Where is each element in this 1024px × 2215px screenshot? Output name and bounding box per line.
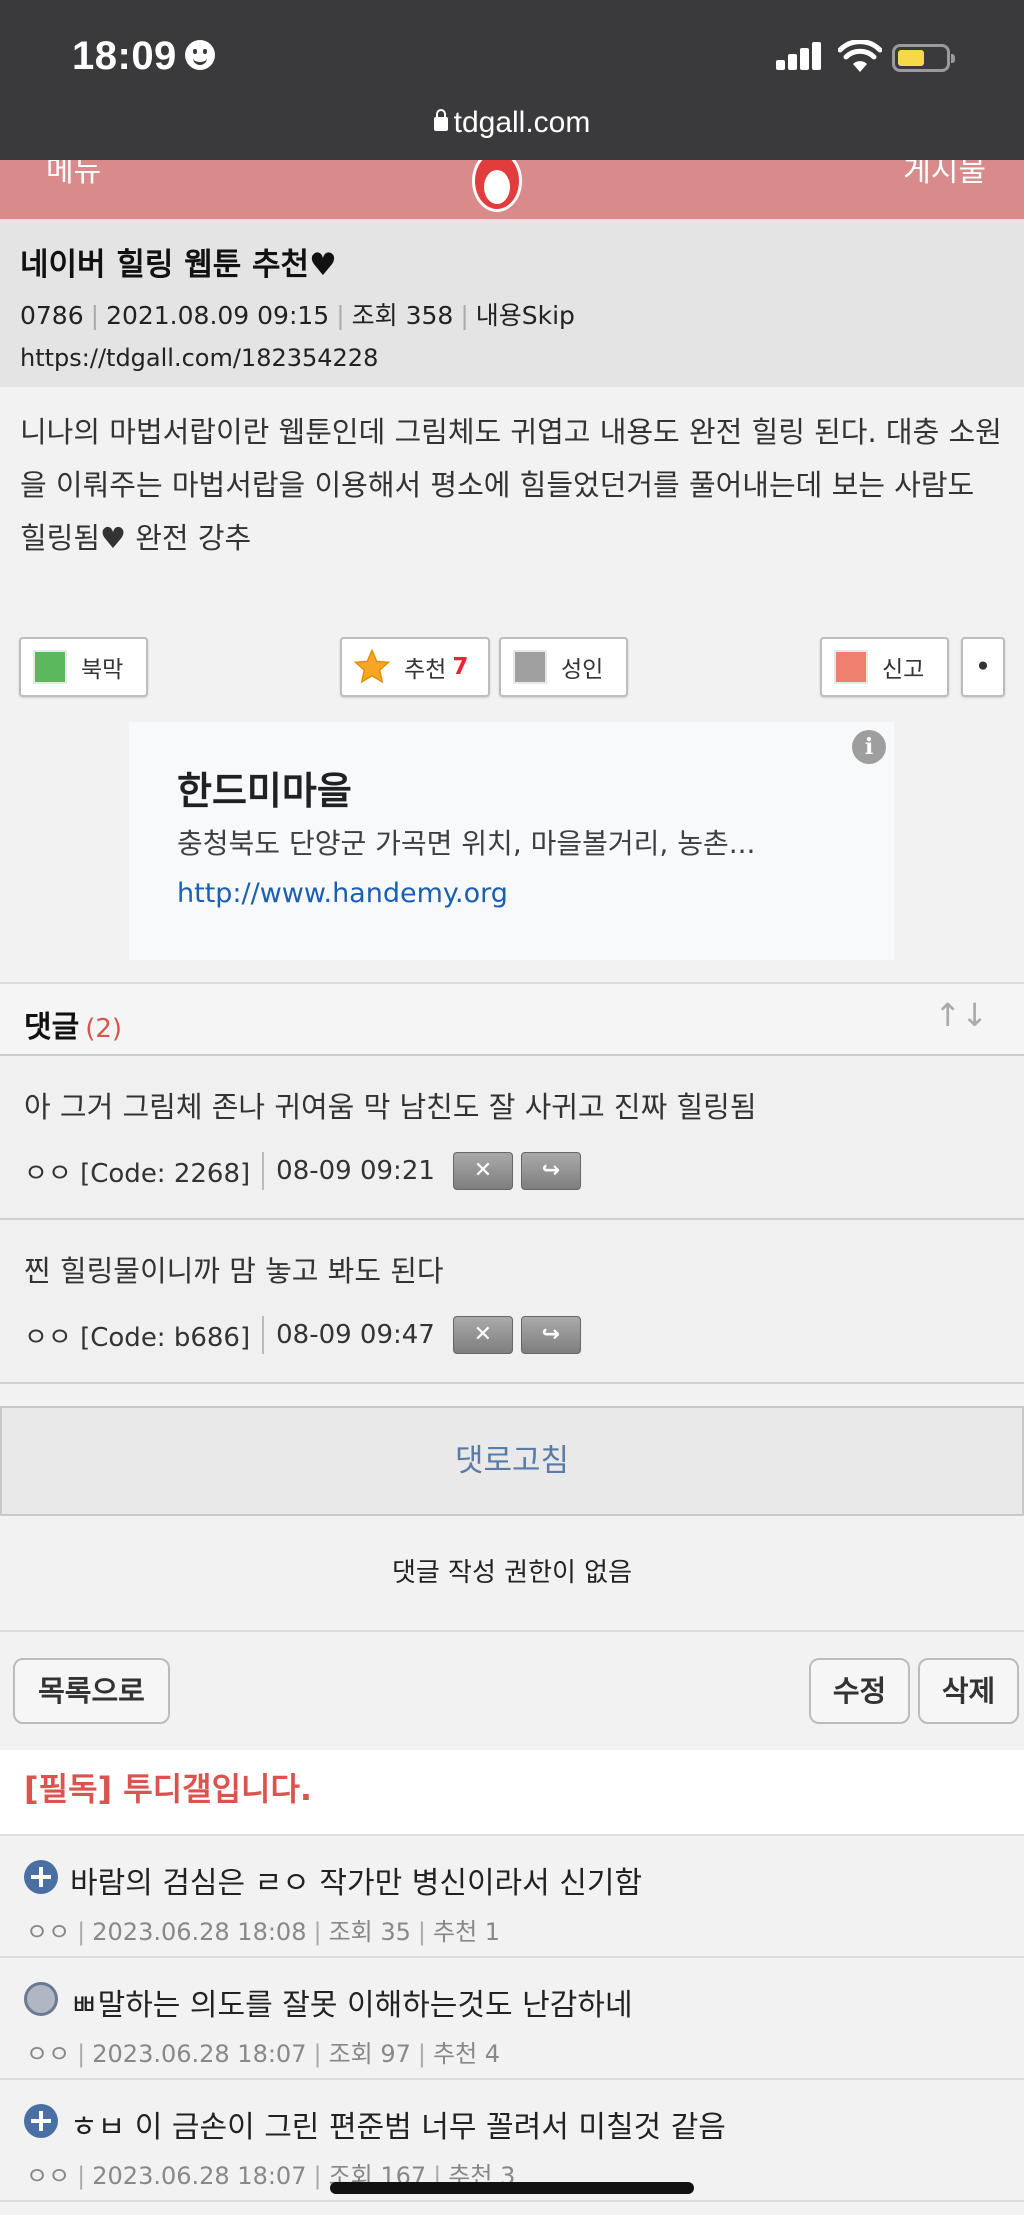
comments-title: 댓글 (2)	[24, 1002, 122, 1046]
ad-info-icon[interactable]: i	[852, 730, 886, 764]
comment-author: ㅇㅇ [Code: b686]	[24, 1322, 251, 1353]
sort-icon[interactable]: ↑↓	[934, 996, 988, 1034]
status-clock: 18:09	[72, 34, 215, 79]
delete-comment-icon[interactable]: ✕	[452, 1152, 513, 1190]
ad-url[interactable]: http://www.handemy.org	[177, 878, 508, 909]
reply-comment-icon[interactable]: ↪	[520, 1152, 581, 1190]
comment-text: 아 그거 그림체 존나 귀여움 막 남친도 잘 사귀고 진짜 힐링됨	[24, 1090, 757, 1124]
comment-time: 08-09 09:21	[276, 1156, 435, 1186]
delete-comment-icon[interactable]: ✕	[452, 1316, 513, 1354]
home-indicator[interactable]	[330, 2182, 694, 2194]
bookmark-icon	[33, 650, 67, 684]
browser-status-bar: 18:09 tdgall.com	[0, 0, 1024, 160]
recommend-button[interactable]: 추천 7	[340, 637, 490, 697]
ad-title[interactable]: 한드미마을	[177, 760, 352, 815]
comments-label: 댓글	[24, 1010, 80, 1045]
report-button[interactable]: 신고	[820, 637, 949, 697]
recommend-label: 추천	[404, 657, 447, 683]
comment-item: 찐 힐링물이니까 맘 놓고 봐도 된다 ㅇㅇ [Code: b686] 08-09…	[0, 1220, 1024, 1384]
comment-item: 아 그거 그림체 존나 귀여움 막 남친도 잘 사귀고 진짜 힐링됨 ㅇㅇ [C…	[0, 1056, 1024, 1220]
more-button[interactable]: •	[961, 637, 1005, 697]
list-item[interactable]: ㅃ말하는 의도를 잘못 이해하는것도 난감하네 ㅇㅇ | 2023.06.28 18…	[0, 1958, 1024, 2080]
plus-icon	[24, 1860, 58, 1894]
report-label: 신고	[882, 657, 925, 683]
smiley-icon	[184, 40, 215, 71]
report-icon	[834, 650, 868, 684]
list-item-meta: ㅇㅇ | 2023.06.28 18:07 | 조회 97 | 추천 4	[26, 2040, 501, 2068]
post-permalink[interactable]: https://tdgall.com/182354228	[20, 344, 1004, 372]
recommend-count: 7	[452, 654, 469, 680]
ad-description: 충청북도 단양군 가곡면 위치, 마을볼거리, 농촌...	[177, 827, 756, 860]
edit-button[interactable]: 수정	[809, 1658, 910, 1724]
refresh-comments-button[interactable]: 댓로고침	[0, 1406, 1024, 1516]
back-to-list-button[interactable]: 목록으로	[13, 1658, 170, 1724]
post-body: 니나의 마법서랍이란 웹툰인데 그림체도 귀엽고 내용도 완전 힐링 된다. 대…	[20, 415, 1002, 555]
menu-button[interactable]: 메뉴	[46, 160, 101, 190]
clock-text: 18:09	[72, 34, 177, 78]
adult-icon	[513, 650, 547, 684]
star-icon	[353, 648, 391, 684]
bookmark-button[interactable]: 북막	[19, 637, 148, 697]
ad-banner[interactable]: i 한드미마을 충청북도 단양군 가곡면 위치, 마을볼거리, 농촌... ht…	[129, 722, 894, 960]
post-views: 조회 358	[351, 301, 454, 330]
circle-icon	[24, 1982, 58, 2016]
list-item-title[interactable]: ㅎㅂ 이 금손이 그린 편준범 너무 꼴려서 미칠것 같음	[70, 2102, 726, 2146]
battery-icon	[892, 44, 955, 72]
adult-label: 성인	[561, 657, 604, 683]
board-button[interactable]: 게시물	[903, 160, 986, 190]
notice-link[interactable]: [필독] 투디갤입니다.	[24, 1764, 312, 1810]
delete-button[interactable]: 삭제	[918, 1658, 1019, 1724]
no-permission-notice: 댓글 작성 권한이 없음	[0, 1528, 1024, 1632]
cellular-signal-icon	[776, 42, 824, 70]
plus-icon	[24, 2104, 58, 2138]
comment-meta: ㅇㅇ [Code: 2268] 08-09 09:21 ✕ ↪	[24, 1152, 581, 1190]
post-header: 네이버 힐링 웹툰 추천♥ 0786 | 2021.08.09 09:15 | 조회 3…	[0, 219, 1024, 387]
address-bar[interactable]: tdgall.com	[0, 106, 1024, 140]
bookmark-label: 북막	[81, 657, 124, 683]
post-author: 0786	[20, 301, 84, 330]
post-meta: 0786 | 2021.08.09 09:15 | 조회 358 | 내용Skip	[20, 301, 575, 330]
list-item-title[interactable]: 바람의 검심은 ㄹㅇ 작가만 병신이라서 신기함	[70, 1858, 642, 1902]
reply-comment-icon[interactable]: ↪	[520, 1316, 581, 1354]
lock-icon	[433, 109, 448, 131]
list-item[interactable]: 바람의 검심은 ㄹㅇ 작가만 병신이라서 신기함 ㅇㅇ | 2023.06.28 1…	[0, 1836, 1024, 1958]
comments-header: 댓글 (2) ↑↓	[0, 982, 1024, 1056]
comments-count: (2)	[85, 1014, 123, 1044]
post-title: 네이버 힐링 웹툰 추천♥	[20, 247, 337, 283]
list-item-title[interactable]: ㅃ말하는 의도를 잘못 이해하는것도 난감하네	[70, 1980, 633, 2024]
post-datetime: 2021.08.09 09:15	[106, 301, 330, 330]
site-logo-icon[interactable]	[468, 160, 526, 216]
skip-content-link[interactable]: 내용Skip	[476, 301, 575, 330]
adult-button[interactable]: 성인	[499, 637, 628, 697]
comment-text: 찐 힐링물이니까 맘 놓고 봐도 된다	[24, 1254, 444, 1288]
url-text: tdgall.com	[453, 106, 591, 139]
wifi-icon	[838, 40, 882, 72]
comment-author: ㅇㅇ [Code: 2268]	[24, 1158, 251, 1189]
site-header: 메뉴 게시물	[0, 160, 1024, 219]
list-item-meta: ㅇㅇ | 2023.06.28 18:08 | 조회 35 | 추천 1	[26, 1918, 501, 1946]
comment-meta: ㅇㅇ [Code: b686] 08-09 09:47 ✕ ↪	[24, 1316, 581, 1354]
comment-time: 08-09 09:47	[276, 1320, 435, 1350]
